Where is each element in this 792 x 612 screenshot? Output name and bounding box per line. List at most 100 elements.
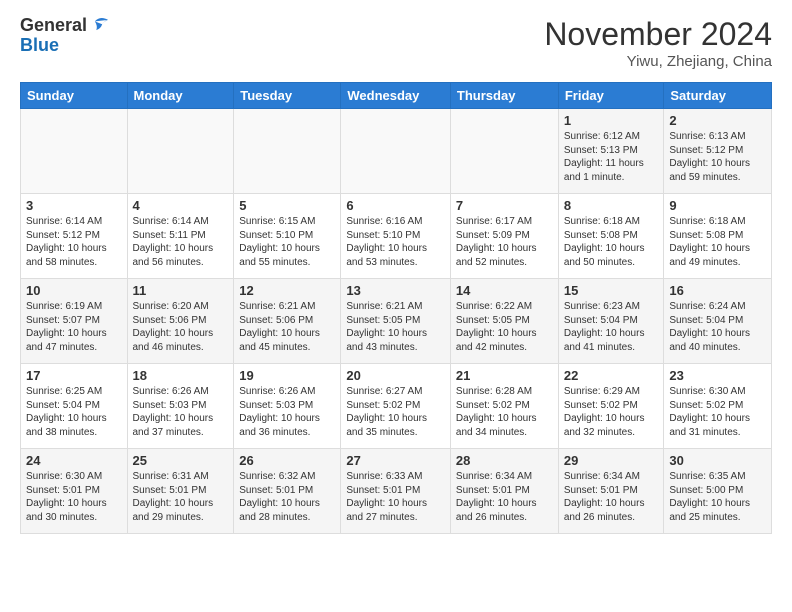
day-info: Sunrise: 6:26 AM Sunset: 5:03 PM Dayligh…	[133, 385, 229, 439]
calendar-cell: 22 Sunrise: 6:29 AM Sunset: 5:02 PM Dayli…	[558, 364, 664, 449]
day-number: 29	[564, 453, 659, 468]
day-number: 12	[239, 283, 335, 298]
calendar-cell: 6Sunrise: 6:16 AM Sunset: 5:10 PM Daylig…	[341, 194, 451, 279]
calendar-cell: 19 Sunrise: 6:26 AM Sunset: 5:03 PM Dayli…	[234, 364, 341, 449]
day-info: Sunrise: 6:29 AM Sunset: 5:02 PM Dayligh…	[564, 385, 659, 439]
day-number: 15	[564, 283, 659, 298]
day-info: Sunrise: 6:25 AM Sunset: 5:04 PM Dayligh…	[26, 385, 122, 439]
logo-general-text: General	[20, 16, 87, 36]
weekday-header-row: SundayMondayTuesdayWednesdayThursdayFrid…	[21, 83, 772, 109]
weekday-header-sunday: Sunday	[21, 83, 128, 109]
month-title: November 2024	[544, 16, 772, 53]
calendar-cell: 5 Sunrise: 6:15 AM Sunset: 5:10 PM Daylig…	[234, 194, 341, 279]
calendar-cell: 30 Sunrise: 6:35 AM Sunset: 5:00 PM Dayli…	[664, 449, 772, 534]
calendar-cell: 27 Sunrise: 6:33 AM Sunset: 5:01 PM Dayli…	[341, 449, 451, 534]
day-number: 20	[346, 368, 445, 383]
calendar-cell: 4 Sunrise: 6:14 AM Sunset: 5:11 PM Daylig…	[127, 194, 234, 279]
day-info: Sunrise: 6:32 AM Sunset: 5:01 PM Dayligh…	[239, 470, 335, 524]
day-number: 25	[133, 453, 229, 468]
day-number: 26	[239, 453, 335, 468]
calendar-cell: 25 Sunrise: 6:31 AM Sunset: 5:01 PM Dayli…	[127, 449, 234, 534]
calendar-cell: 10Sunrise: 6:19 AM Sunset: 5:07 PM Dayli…	[21, 279, 128, 364]
day-info: Sunrise: 6:18 AM Sunset: 5:08 PM Dayligh…	[564, 215, 659, 269]
day-info: Sunrise: 6:35 AM Sunset: 5:00 PM Dayligh…	[669, 470, 766, 524]
calendar-page: General Blue November 2024 Yiwu, Zhejian…	[0, 0, 792, 550]
header: General Blue November 2024 Yiwu, Zhejian…	[20, 16, 772, 70]
day-number: 5	[239, 198, 335, 213]
day-info: Sunrise: 6:27 AM Sunset: 5:02 PM Dayligh…	[346, 385, 445, 439]
day-info: Sunrise: 6:33 AM Sunset: 5:01 PM Dayligh…	[346, 470, 445, 524]
day-number: 24	[26, 453, 122, 468]
day-info: Sunrise: 6:20 AM Sunset: 5:06 PM Dayligh…	[133, 300, 229, 354]
calendar-cell: 16 Sunrise: 6:24 AM Sunset: 5:04 PM Dayli…	[664, 279, 772, 364]
day-number: 28	[456, 453, 553, 468]
calendar-cell: 24 Sunrise: 6:30 AM Sunset: 5:01 PM Dayli…	[21, 449, 128, 534]
calendar-cell	[234, 109, 341, 194]
weekday-header-tuesday: Tuesday	[234, 83, 341, 109]
day-info: Sunrise: 6:34 AM Sunset: 5:01 PM Dayligh…	[456, 470, 553, 524]
day-number: 8	[564, 198, 659, 213]
calendar-cell: 20 Sunrise: 6:27 AM Sunset: 5:02 PM Dayli…	[341, 364, 451, 449]
calendar-cell: 28 Sunrise: 6:34 AM Sunset: 5:01 PM Dayli…	[450, 449, 558, 534]
calendar-cell: 7Sunrise: 6:17 AM Sunset: 5:09 PM Daylig…	[450, 194, 558, 279]
calendar-cell	[21, 109, 128, 194]
day-info: Sunrise: 6:31 AM Sunset: 5:01 PM Dayligh…	[133, 470, 229, 524]
calendar-cell: 18 Sunrise: 6:26 AM Sunset: 5:03 PM Dayli…	[127, 364, 234, 449]
day-info: Sunrise: 6:15 AM Sunset: 5:10 PM Dayligh…	[239, 215, 335, 269]
day-info: Sunrise: 6:34 AM Sunset: 5:01 PM Dayligh…	[564, 470, 659, 524]
day-number: 30	[669, 453, 766, 468]
weekday-header-friday: Friday	[558, 83, 664, 109]
day-info: Sunrise: 6:13 AM Sunset: 5:12 PM Dayligh…	[669, 130, 766, 184]
day-info: Sunrise: 6:19 AM Sunset: 5:07 PM Dayligh…	[26, 300, 122, 354]
day-info: Sunrise: 6:30 AM Sunset: 5:01 PM Dayligh…	[26, 470, 122, 524]
day-info: Sunrise: 6:18 AM Sunset: 5:08 PM Dayligh…	[669, 215, 766, 269]
day-info: Sunrise: 6:21 AM Sunset: 5:06 PM Dayligh…	[239, 300, 335, 354]
calendar-cell: 12 Sunrise: 6:21 AM Sunset: 5:06 PM Dayli…	[234, 279, 341, 364]
day-info: Sunrise: 6:14 AM Sunset: 5:11 PM Dayligh…	[133, 215, 229, 269]
day-number: 3	[26, 198, 122, 213]
day-number: 17	[26, 368, 122, 383]
week-row-5: 24 Sunrise: 6:30 AM Sunset: 5:01 PM Dayli…	[21, 449, 772, 534]
day-number: 9	[669, 198, 766, 213]
day-number: 23	[669, 368, 766, 383]
calendar-cell	[127, 109, 234, 194]
week-row-2: 3Sunrise: 6:14 AM Sunset: 5:12 PM Daylig…	[21, 194, 772, 279]
calendar-cell: 9 Sunrise: 6:18 AM Sunset: 5:08 PM Daylig…	[664, 194, 772, 279]
title-area: November 2024 Yiwu, Zhejiang, China	[544, 16, 772, 70]
day-number: 19	[239, 368, 335, 383]
day-number: 4	[133, 198, 229, 213]
day-number: 7	[456, 198, 553, 213]
day-number: 22	[564, 368, 659, 383]
day-info: Sunrise: 6:26 AM Sunset: 5:03 PM Dayligh…	[239, 385, 335, 439]
calendar-cell: 15 Sunrise: 6:23 AM Sunset: 5:04 PM Dayli…	[558, 279, 664, 364]
day-number: 27	[346, 453, 445, 468]
day-info: Sunrise: 6:16 AM Sunset: 5:10 PM Dayligh…	[346, 215, 445, 269]
calendar-cell	[450, 109, 558, 194]
day-info: Sunrise: 6:24 AM Sunset: 5:04 PM Dayligh…	[669, 300, 766, 354]
calendar-cell: 11 Sunrise: 6:20 AM Sunset: 5:06 PM Dayli…	[127, 279, 234, 364]
calendar-cell: 14Sunrise: 6:22 AM Sunset: 5:05 PM Dayli…	[450, 279, 558, 364]
calendar-cell: 17 Sunrise: 6:25 AM Sunset: 5:04 PM Dayli…	[21, 364, 128, 449]
logo: General Blue	[20, 16, 111, 56]
logo-bird-icon	[89, 14, 111, 36]
calendar-cell: 26 Sunrise: 6:32 AM Sunset: 5:01 PM Dayli…	[234, 449, 341, 534]
calendar-cell: 21Sunrise: 6:28 AM Sunset: 5:02 PM Dayli…	[450, 364, 558, 449]
day-number: 14	[456, 283, 553, 298]
day-number: 16	[669, 283, 766, 298]
day-number: 1	[564, 113, 659, 128]
day-info: Sunrise: 6:12 AM Sunset: 5:13 PM Dayligh…	[564, 130, 659, 184]
day-number: 11	[133, 283, 229, 298]
calendar-cell: 2 Sunrise: 6:13 AM Sunset: 5:12 PM Daylig…	[664, 109, 772, 194]
calendar-table: SundayMondayTuesdayWednesdayThursdayFrid…	[20, 82, 772, 534]
week-row-3: 10Sunrise: 6:19 AM Sunset: 5:07 PM Dayli…	[21, 279, 772, 364]
day-number: 18	[133, 368, 229, 383]
day-info: Sunrise: 6:28 AM Sunset: 5:02 PM Dayligh…	[456, 385, 553, 439]
calendar-cell: 23Sunrise: 6:30 AM Sunset: 5:02 PM Dayli…	[664, 364, 772, 449]
weekday-header-monday: Monday	[127, 83, 234, 109]
location: Yiwu, Zhejiang, China	[544, 53, 772, 70]
week-row-1: 1 Sunrise: 6:12 AM Sunset: 5:13 PM Daylig…	[21, 109, 772, 194]
day-number: 2	[669, 113, 766, 128]
day-number: 13	[346, 283, 445, 298]
weekday-header-wednesday: Wednesday	[341, 83, 451, 109]
day-info: Sunrise: 6:23 AM Sunset: 5:04 PM Dayligh…	[564, 300, 659, 354]
